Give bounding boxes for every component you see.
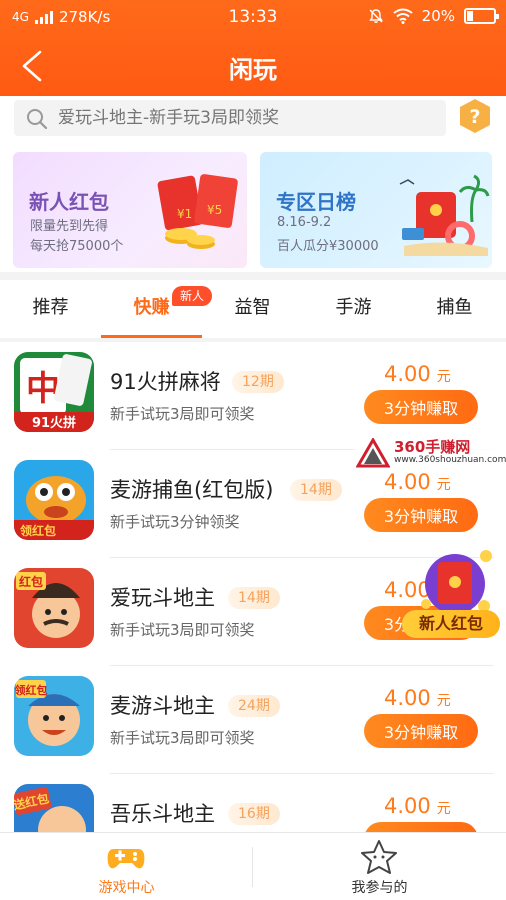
- watermark-logo-icon: [356, 438, 390, 468]
- game-name: 吾乐斗地主: [110, 802, 215, 826]
- period-badge: 14期: [290, 479, 342, 501]
- status-right: 20%: [368, 7, 499, 25]
- banner-title: 专区日榜: [276, 190, 356, 214]
- reward-price: 4.00 元: [384, 470, 451, 494]
- nav-label: 游戏中心: [98, 880, 155, 896]
- banner-subtitle: 百人瓜分¥30000: [277, 239, 379, 254]
- red-envelope-game-icon: 送红包: [14, 784, 94, 832]
- price-unit: 元: [436, 369, 451, 385]
- svg-text:领红包: 领红包: [14, 683, 48, 697]
- status-bar: 4G 278K/s 13:33 20%: [0, 0, 506, 34]
- search-input[interactable]: [58, 100, 438, 136]
- search-icon: [27, 109, 48, 130]
- price-unit: 元: [436, 477, 451, 493]
- fish-icon: 领红包: [14, 460, 94, 540]
- tab-recommend[interactable]: 推荐: [0, 280, 101, 338]
- page-title: 闲玩: [229, 56, 277, 84]
- mahjong-icon: 中 91火拼: [14, 352, 94, 432]
- nav-my-participation[interactable]: 我参与的: [253, 833, 506, 900]
- price-value: 4.00: [384, 470, 431, 494]
- wifi-icon: [393, 8, 413, 24]
- tab-fishing[interactable]: 捕鱼: [404, 280, 505, 338]
- price-value: 4.00: [384, 794, 431, 818]
- site-watermark: 360手赚网 www.360shouzhuan.com: [354, 434, 506, 470]
- price-value: 4.00: [384, 362, 431, 386]
- game-description: 新手试玩3局即可领奖: [110, 729, 255, 747]
- category-tabs: 推荐 快赚 益智 手游 捕鱼: [0, 280, 506, 338]
- search-box[interactable]: [14, 100, 446, 136]
- help-question-icon[interactable]: ?: [458, 98, 492, 134]
- battery-percent: 20%: [421, 7, 455, 25]
- tab-puzzle[interactable]: 益智: [202, 280, 303, 338]
- reward-price: 4.00 元: [384, 794, 451, 818]
- svg-text:¥1: ¥1: [177, 207, 192, 221]
- banner-subtitle: 8.16-9.2: [277, 215, 332, 230]
- period-badge: 14期: [228, 587, 280, 609]
- price-unit: 元: [436, 801, 451, 817]
- earn-button[interactable]: 3分钟赚取: [364, 498, 478, 532]
- earn-button[interactable]: 3分钟赚取: [364, 822, 478, 832]
- list-item[interactable]: 领红包 麦游斗地主 24期 新手试玩3局即可领奖 4.00 元 3分钟赚取: [0, 666, 506, 774]
- title-bar: 闲玩: [0, 34, 506, 96]
- floating-redpacket-icon: [421, 550, 492, 614]
- floating-redpacket[interactable]: 新人红包: [402, 548, 502, 644]
- nav-game-center[interactable]: 游戏中心: [0, 833, 253, 900]
- floating-redpacket-label: 新人红包: [402, 610, 500, 638]
- watermark-title: 360手赚网: [394, 438, 471, 456]
- price-unit: 元: [436, 693, 451, 709]
- reward-price: 4.00 元: [384, 686, 451, 710]
- svg-text:领红包: 领红包: [20, 523, 56, 538]
- svg-text:91火拼: 91火拼: [32, 415, 76, 431]
- game-description: 新手试玩3局即可领奖: [110, 405, 255, 423]
- active-tab-indicator: [101, 335, 202, 338]
- game-description: 新手试玩3分钟领奖: [110, 513, 240, 531]
- beach-redpacket-icon: [399, 174, 490, 256]
- earn-button[interactable]: 3分钟赚取: [364, 714, 478, 748]
- game-name: 91火拼麻将: [110, 370, 221, 394]
- svg-text:中: 中: [26, 369, 60, 409]
- banner-subtitle: 每天抢75000个: [30, 239, 124, 254]
- game-description: 新手试玩3局即可领奖: [110, 621, 255, 639]
- game-name: 麦游斗地主: [110, 694, 215, 718]
- banner-title: 新人红包: [29, 190, 109, 214]
- battery-icon: [464, 8, 499, 24]
- list-item[interactable]: 送红包 吾乐斗地主 16期 4.00 元 3分钟赚取: [0, 774, 506, 832]
- tab-mobile-games[interactable]: 手游: [303, 280, 404, 338]
- watermark-url: www.360shouzhuan.com: [394, 455, 506, 465]
- mute-bell-icon: [368, 9, 383, 23]
- svg-text:?: ?: [469, 106, 480, 128]
- star-icon: [361, 840, 397, 874]
- gamepad-icon: [107, 849, 145, 869]
- period-badge: 24期: [228, 695, 280, 717]
- price-value: 4.00: [384, 686, 431, 710]
- earn-button[interactable]: 3分钟赚取: [364, 390, 478, 424]
- landlord-icon: 红包: [14, 568, 94, 648]
- game-name: 麦游捕鱼(红包版): [110, 478, 274, 502]
- red-envelope-coins-icon: ¥1 ¥5: [157, 174, 238, 249]
- daily-ranking-banner[interactable]: 专区日榜 8.16-9.2 百人瓜分¥30000: [260, 152, 492, 268]
- period-badge: 12期: [232, 371, 284, 393]
- new-user-redpacket-banner[interactable]: 新人红包 限量先到先得 每天抢75000个 ¥1 ¥5: [13, 152, 247, 268]
- svg-text:红包: 红包: [19, 574, 43, 589]
- reward-price: 4.00 元: [384, 362, 451, 386]
- svg-text:¥5: ¥5: [207, 203, 222, 217]
- new-user-badge: 新人: [172, 286, 212, 306]
- search-area: ?: [0, 96, 506, 140]
- banner-subtitle: 限量先到先得: [30, 219, 109, 234]
- promo-banners: 新人红包 限量先到先得 每天抢75000个 ¥1 ¥5 专区日榜 8.16-9.…: [0, 140, 506, 272]
- nav-label: 我参与的: [351, 880, 408, 896]
- game-name: 爱玩斗地主: [110, 586, 215, 610]
- bottom-nav: 游戏中心 我参与的: [0, 832, 506, 900]
- landlord-red-icon: 领红包: [14, 676, 94, 756]
- period-badge: 16期: [228, 803, 280, 825]
- app-header: 4G 278K/s 13:33 20% 闲玩: [0, 0, 506, 96]
